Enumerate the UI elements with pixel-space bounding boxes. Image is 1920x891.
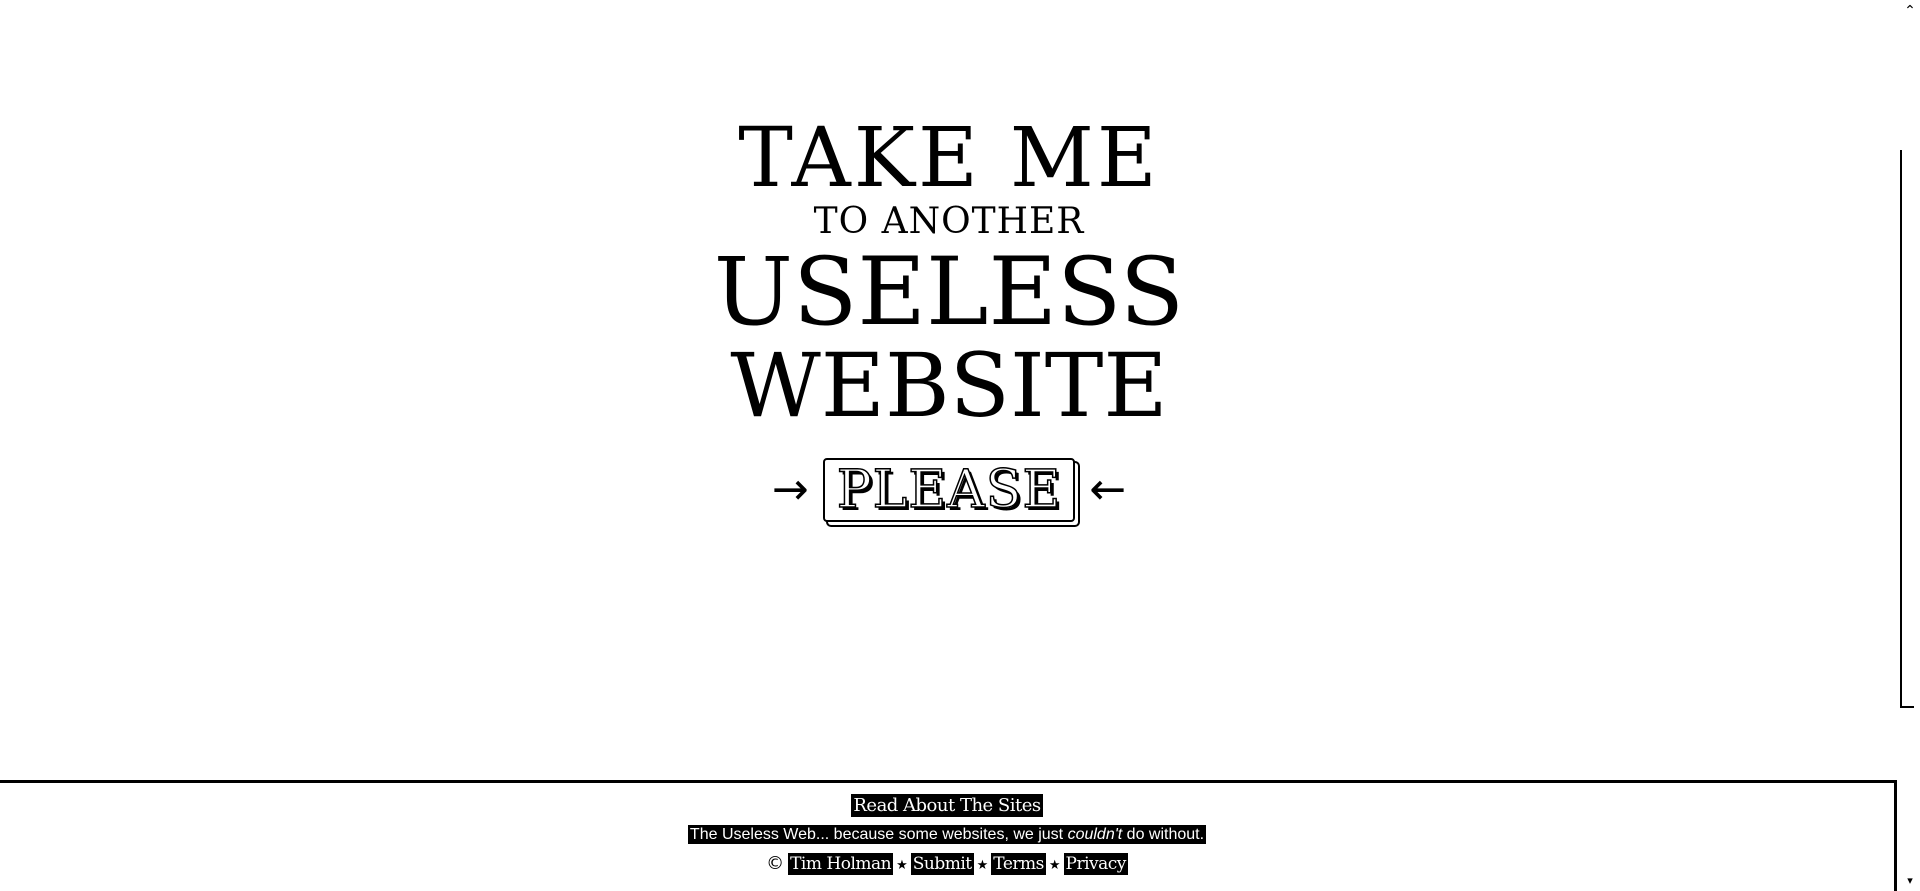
submit-link[interactable]: Submit: [913, 854, 972, 874]
scroll-down-icon[interactable]: ▾: [1902, 873, 1918, 889]
tagline-after: do without.: [1122, 826, 1205, 843]
please-button-label: PLEASE: [836, 460, 1062, 520]
tagline-emphasis: couldn't: [1067, 826, 1123, 843]
left-arrow-icon: ←: [1089, 464, 1127, 515]
headline-useless: USELESS: [713, 238, 1185, 347]
scroll-up-icon[interactable]: ⌃: [1902, 2, 1918, 20]
copyright-icon: ©: [766, 853, 785, 874]
headline-to-another: TO ANOTHER: [813, 201, 1085, 242]
please-row: → PLEASE ←: [0, 458, 1898, 522]
tagline-before: The Useless Web... because some websites…: [689, 826, 1068, 843]
footer: Read About The Sites The Useless Web... …: [0, 780, 1897, 891]
star-separator-icon: ★: [1048, 858, 1061, 873]
tagline: The Useless Web... because some websites…: [0, 824, 1894, 844]
terms-link[interactable]: Terms: [993, 854, 1044, 874]
star-separator-icon: ★: [896, 858, 908, 873]
headline-take-me: TAKE ME: [738, 111, 1160, 206]
please-button[interactable]: PLEASE: [822, 458, 1076, 522]
scrollbar[interactable]: ⌃ ▾: [1898, 0, 1920, 891]
privacy-link[interactable]: Privacy: [1066, 854, 1127, 874]
right-arrow-icon: →: [771, 464, 809, 515]
page: TAKE ME TO ANOTHER USELESS WEBSITE → PLE…: [0, 0, 1920, 891]
footer-links: © Tim Holman ★ Submit ★ Terms ★ Privacy: [0, 853, 1894, 875]
read-about-row: Read About The Sites: [0, 794, 1894, 817]
read-about-link[interactable]: Read About The Sites: [853, 795, 1041, 816]
headline-website: WEBSITE: [730, 334, 1168, 437]
star-separator-icon: ★: [976, 858, 989, 873]
scrollbar-thumb[interactable]: [1900, 150, 1914, 708]
author-link[interactable]: Tim Holman: [790, 854, 892, 874]
headline: TAKE ME TO ANOTHER USELESS WEBSITE: [0, 118, 1898, 430]
tagline-text: The Useless Web... because some websites…: [687, 825, 1207, 844]
